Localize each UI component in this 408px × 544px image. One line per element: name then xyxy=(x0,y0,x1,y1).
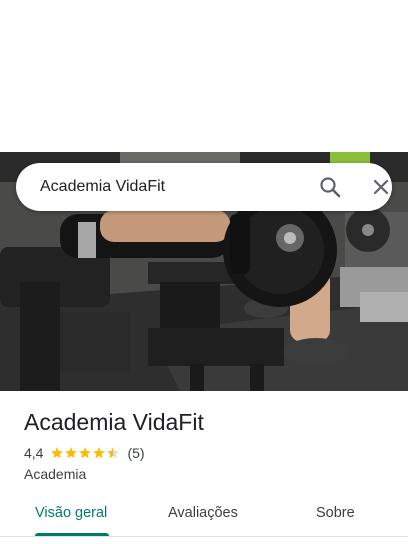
star-icon xyxy=(79,447,92,459)
star-icon xyxy=(51,447,64,459)
map-area-blank xyxy=(0,0,408,152)
search-input[interactable]: Academia VidaFit xyxy=(40,178,165,196)
review-count[interactable]: (5) xyxy=(127,445,144,461)
search-icon[interactable] xyxy=(318,175,342,199)
star-icon xyxy=(65,447,78,459)
tab-bar: Visão geral Avaliações Sobre xyxy=(0,495,408,537)
star-icon xyxy=(93,447,106,459)
tab-reviews[interactable]: Avaliações xyxy=(168,505,238,521)
rating-row[interactable]: 4,4 (5) xyxy=(24,445,145,461)
tab-overview[interactable]: Visão geral xyxy=(35,505,107,521)
close-icon[interactable] xyxy=(369,175,393,199)
place-title: Academia VidaFit xyxy=(24,409,204,435)
search-bar[interactable]: Academia VidaFit xyxy=(16,163,392,211)
star-rating xyxy=(50,446,120,460)
place-category[interactable]: Academia xyxy=(24,466,86,482)
tabs-divider xyxy=(0,536,408,537)
tab-about[interactable]: Sobre xyxy=(316,505,355,521)
rating-value: 4,4 xyxy=(24,445,44,461)
star-half-icon xyxy=(107,447,120,459)
